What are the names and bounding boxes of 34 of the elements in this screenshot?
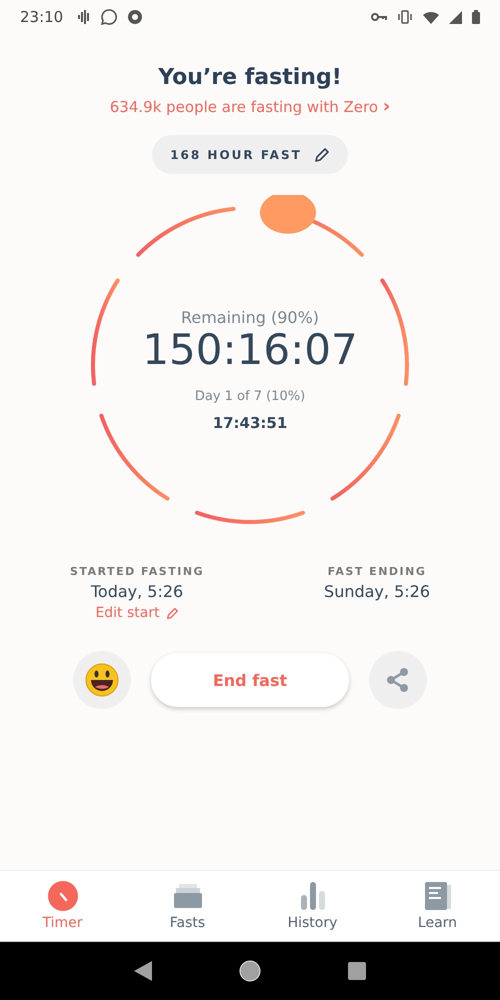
remaining-label: Remaining (90%) bbox=[180, 308, 320, 327]
home-icon[interactable] bbox=[238, 960, 261, 982]
remaining-time: 150:16:07 bbox=[142, 326, 358, 374]
podcast-icon bbox=[77, 10, 92, 24]
back-icon[interactable] bbox=[134, 961, 152, 981]
pencil-icon bbox=[314, 146, 330, 162]
time-label: STARTED FASTING bbox=[70, 565, 204, 578]
status-time: 23:10 bbox=[20, 8, 64, 26]
chat-icon bbox=[101, 9, 118, 25]
vibrate-icon bbox=[397, 10, 413, 24]
wifi-icon bbox=[423, 10, 439, 24]
aperture-icon bbox=[127, 9, 144, 25]
document-icon bbox=[422, 881, 452, 911]
signal-icon bbox=[449, 10, 462, 24]
end-fast-button[interactable]: End fast bbox=[151, 653, 349, 707]
day-label: Day 1 of 7 (10%) bbox=[194, 389, 306, 404]
recents-icon[interactable] bbox=[348, 962, 366, 980]
stack-icon bbox=[172, 881, 202, 911]
share-icon bbox=[385, 667, 411, 693]
smiley-icon bbox=[85, 663, 119, 697]
nav-tab[interactable]: Learn bbox=[375, 871, 500, 941]
nav-tab[interactable]: History bbox=[250, 871, 375, 941]
nav-tab[interactable]: Timer bbox=[0, 871, 125, 941]
time-label: FAST ENDING bbox=[328, 565, 426, 578]
elapsed-time: 17:43:51 bbox=[212, 414, 288, 432]
clock-icon bbox=[48, 881, 78, 911]
pencil-icon bbox=[166, 606, 179, 620]
key-icon bbox=[371, 12, 387, 22]
fast-type-button[interactable]: 168 HOUR FAST bbox=[152, 135, 348, 174]
battery-icon bbox=[472, 10, 480, 24]
nav-tab[interactable]: Fasts bbox=[125, 871, 250, 941]
time-value: Sunday, 5:26 bbox=[324, 582, 430, 601]
page-title: You’re fasting! bbox=[158, 65, 342, 90]
time-value: Today, 5:26 bbox=[90, 582, 184, 601]
